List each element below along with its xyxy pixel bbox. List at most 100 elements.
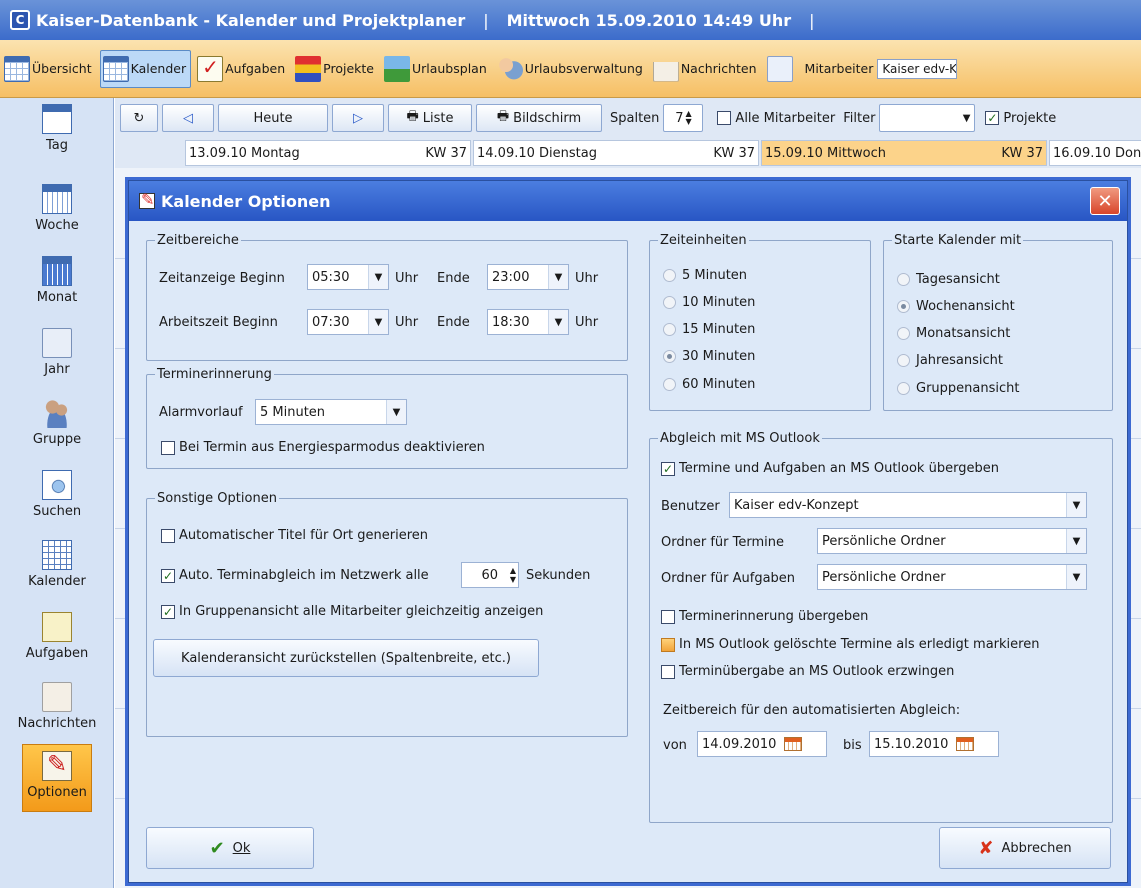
sidebar-item-woche[interactable]: Woche <box>0 178 114 248</box>
columns-spinner[interactable]: 7 ▲ ▼ <box>663 104 704 132</box>
unit-30min-radio[interactable]: 30 Minuten <box>663 349 755 364</box>
sidebar-label: Monat <box>36 290 78 305</box>
unit-15min-radio[interactable]: 15 Minuten <box>663 322 755 337</box>
close-button[interactable]: ✕ <box>1090 187 1120 215</box>
auto-sync-option[interactable]: Auto. Terminabgleich im Netzwerk alle <box>161 568 429 583</box>
combo-value: 07:30 <box>312 314 350 330</box>
ordner-aufgaben-select[interactable]: Persönliche Ordner ▼ <box>817 564 1087 590</box>
sidebar-item-monat[interactable]: Monat <box>0 250 114 320</box>
sidebar-item-suchen[interactable]: Suchen <box>0 464 114 534</box>
alarm-select[interactable]: 5 Minuten ▼ <box>255 399 407 425</box>
bis-date-field[interactable]: 15.10.2010 <box>869 731 999 757</box>
day-column-header[interactable]: 16.09.10 Donnerstag <box>1049 140 1141 166</box>
chevron-down-icon: ▼ <box>368 310 388 334</box>
start-monat-radio[interactable]: Monatsansicht <box>897 326 1010 341</box>
radio-label: Jahresansicht <box>916 353 1003 368</box>
ordner-aufgaben-label: Ordner für Aufgaben <box>661 571 796 586</box>
cancel-label: Abbrechen <box>1001 840 1072 856</box>
sidebar-item-aufgaben[interactable]: Aufgaben <box>0 606 114 676</box>
sidebar-label: Jahr <box>44 362 70 377</box>
filter-select[interactable]: ▼ <box>879 104 976 132</box>
zeitanzeige-end-select[interactable]: 23:00 ▼ <box>487 264 569 290</box>
toolbar-projekte[interactable]: Projekte <box>293 50 378 88</box>
von-date-field[interactable]: 14.09.2010 <box>697 731 827 757</box>
benutzer-select[interactable]: Kaiser edv-Konzept ▼ <box>729 492 1087 518</box>
sidebar-item-optionen[interactable]: Optionen <box>22 744 92 812</box>
calendar-picker-icon[interactable] <box>784 737 803 751</box>
window-titlebar: C Kaiser-Datenbank - Kalender und Projek… <box>0 0 1141 40</box>
outlook-transfer-option[interactable]: Termine und Aufgaben an MS Outlook überg… <box>661 461 999 476</box>
sidebar-item-nachrichten[interactable]: Nachrichten <box>0 676 114 746</box>
auto-title-option[interactable]: Automatischer Titel für Ort generieren <box>161 528 428 543</box>
date-value: 15.10.2010 <box>874 736 949 752</box>
today-button[interactable]: Heute <box>218 104 328 132</box>
mitarbeiter-select[interactable]: Kaiser edv-Konzept <box>877 58 958 79</box>
window-datetime: Mittwoch 15.09.2010 14:49 Uhr <box>506 10 792 30</box>
unit-10min-radio[interactable]: 10 Minuten <box>663 295 755 310</box>
day-column-header[interactable]: 13.09.10 Montag KW 37 <box>185 140 471 166</box>
force-option[interactable]: Terminübergabe an MS Outlook erzwingen <box>661 664 954 679</box>
dialog-titlebar: Kalender Optionen <box>129 181 1127 221</box>
sync-seconds-spinner[interactable]: 60 ▲ ▼ <box>461 562 519 588</box>
calendar-picker-icon[interactable] <box>956 737 975 751</box>
ordner-termine-select[interactable]: Persönliche Ordner ▼ <box>817 528 1087 554</box>
radio-circle <box>897 382 910 395</box>
projects-checkbox[interactable] <box>985 111 1000 125</box>
deleted-option[interactable]: In MS Outlook gelöschte Termine als erle… <box>661 637 1039 652</box>
energy-option[interactable]: Bei Termin aus Energiesparmodus deaktivi… <box>161 440 485 455</box>
group-view-checkbox[interactable] <box>161 604 175 619</box>
sidebar-item-kalender[interactable]: Kalender <box>0 534 114 604</box>
ordner-termine-label: Ordner für Termine <box>661 535 784 550</box>
sidebar-item-tag[interactable]: Tag <box>0 98 114 168</box>
all-employees-checkbox[interactable] <box>717 111 732 125</box>
deleted-checkbox[interactable] <box>661 637 675 652</box>
ok-button[interactable]: ✔ Ok <box>146 827 314 869</box>
day-column-header-today[interactable]: 15.09.10 Mittwoch KW 37 <box>761 140 1047 166</box>
von-label: von <box>663 738 687 753</box>
window-title: Kaiser-Datenbank - Kalender und Projektp… <box>36 10 466 30</box>
sidebar-item-gruppe[interactable]: Gruppe <box>0 392 114 462</box>
cancel-button[interactable]: ✘ Abbrechen <box>939 827 1111 869</box>
list-print-button[interactable]: 🖶 Liste <box>388 104 472 132</box>
toolbar-label: Aufgaben <box>225 61 286 76</box>
outlook-transfer-checkbox[interactable] <box>661 461 675 476</box>
unit-5min-radio[interactable]: 5 Minuten <box>663 268 747 283</box>
reminder-checkbox[interactable] <box>661 609 675 624</box>
force-checkbox[interactable] <box>661 664 675 679</box>
reminder-option[interactable]: Terminerinnerung übergeben <box>661 609 868 624</box>
toolbar-urlaubsplan[interactable]: Urlaubsplan <box>382 50 491 88</box>
group-people-icon <box>42 398 72 428</box>
toolbar-urlaubsverwaltung[interactable]: Urlaubsverwaltung <box>495 50 647 88</box>
auto-title-checkbox[interactable] <box>161 528 175 543</box>
zeitanzeige-begin-select[interactable]: 05:30 ▼ <box>307 264 389 290</box>
sidebar-label: Tag <box>45 138 68 153</box>
reset-view-button[interactable]: Kalenderansicht zurückstellen (Spaltenbr… <box>153 639 539 677</box>
toolbar-messages-button[interactable] <box>765 50 799 88</box>
next-button[interactable]: ▷ <box>332 104 384 132</box>
energy-checkbox[interactable] <box>161 440 175 455</box>
start-gruppe-radio[interactable]: Gruppenansicht <box>897 381 1019 396</box>
group-view-option[interactable]: In Gruppenansicht alle Mitarbeiter gleic… <box>161 604 543 619</box>
refresh-button[interactable]: ↻ <box>120 104 158 132</box>
toolbar-kalender[interactable]: Kalender <box>99 49 192 88</box>
sidebar-label: Woche <box>35 218 79 233</box>
prev-button[interactable]: ◁ <box>162 104 214 132</box>
radio-label: 10 Minuten <box>682 295 756 310</box>
day-column-header[interactable]: 14.09.10 Dienstag KW 37 <box>473 140 759 166</box>
arbeitszeit-end-select[interactable]: 18:30 ▼ <box>487 309 569 335</box>
start-tag-radio[interactable]: Tagesansicht <box>897 272 1000 287</box>
toolbar-nachrichten[interactable]: Nachrichten <box>651 50 761 88</box>
chevron-down-icon: ▼ <box>548 310 568 334</box>
starte-legend: Starte Kalender mit <box>892 233 1024 248</box>
toolbar-aufgaben[interactable]: Aufgaben <box>195 50 289 88</box>
calendar-grid-icon <box>42 540 72 570</box>
start-jahr-radio[interactable]: Jahresansicht <box>897 353 1003 368</box>
unit-60min-radio[interactable]: 60 Minuten <box>663 377 755 392</box>
start-woche-radio[interactable]: Wochenansicht <box>897 299 1015 314</box>
auto-sync-checkbox[interactable] <box>161 568 175 583</box>
arbeitszeit-begin-select[interactable]: 07:30 ▼ <box>307 309 389 335</box>
sidebar-label: Gruppe <box>32 432 82 447</box>
screen-print-button[interactable]: 🖶 Bildschirm <box>476 104 602 132</box>
toolbar-uebersicht[interactable]: Übersicht <box>2 50 96 88</box>
sidebar-item-jahr[interactable]: Jahr <box>0 322 114 392</box>
